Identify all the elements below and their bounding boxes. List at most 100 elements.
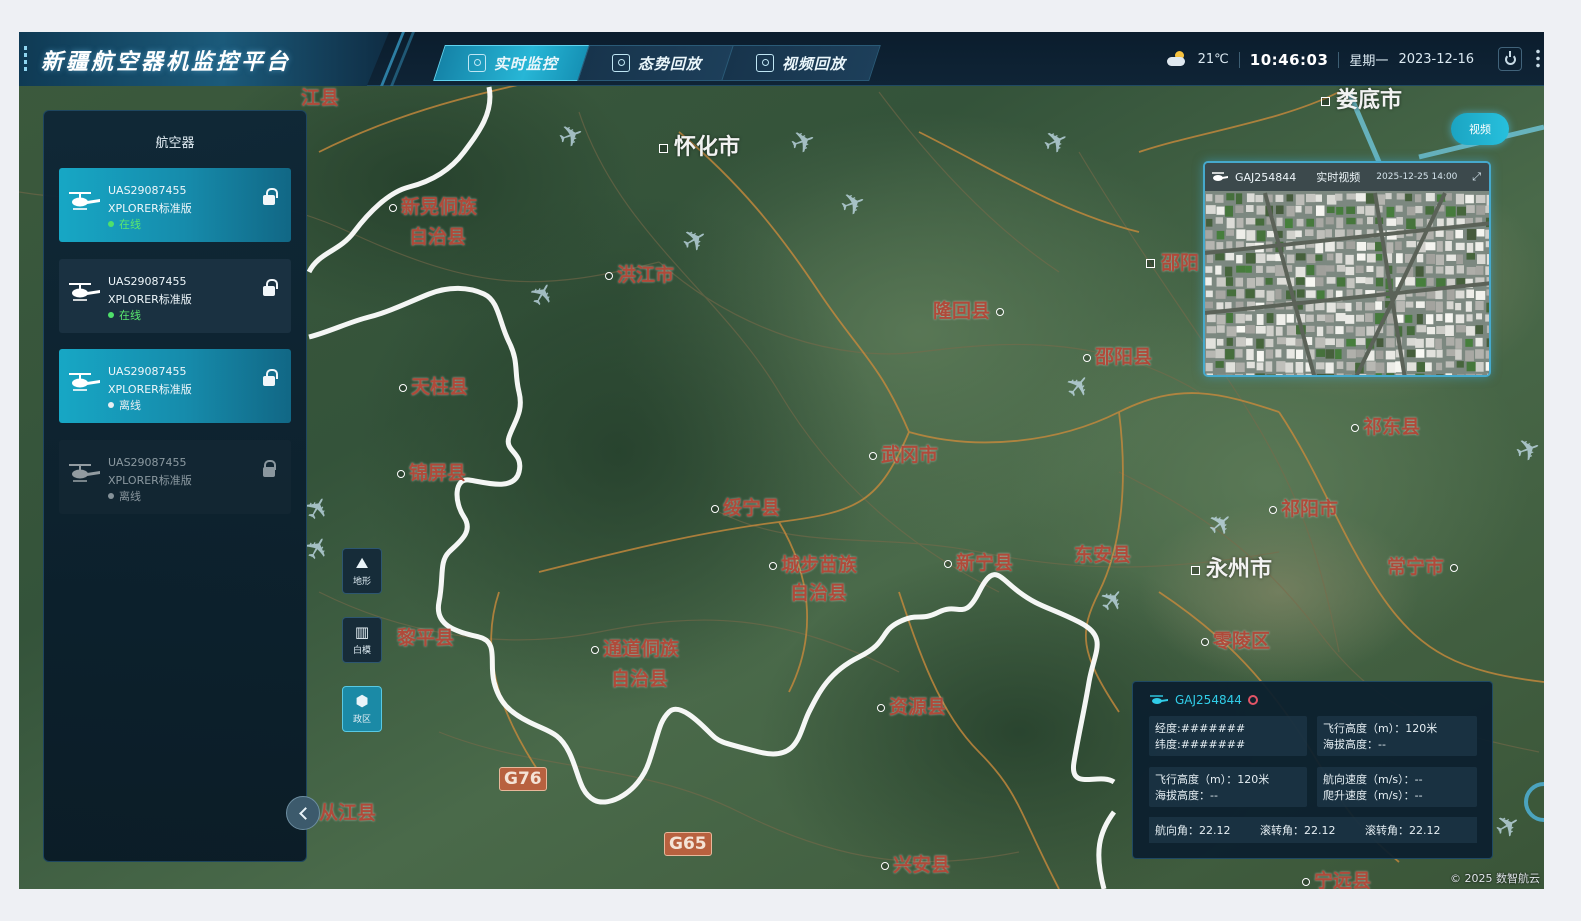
aircraft-card[interactable]: UAS29087455 XPLORER标准版 在线 <box>59 168 291 242</box>
map-place: 江县 <box>301 87 340 109</box>
region-icon: ⬢ <box>355 691 369 710</box>
map-place: 从江县 <box>319 802 377 824</box>
map-place: 洪江市 <box>605 260 674 287</box>
collapse-panel-button[interactable] <box>286 796 320 830</box>
helicopter-icon <box>1150 695 1168 704</box>
map-place: 永州市 <box>1191 551 1272 583</box>
more-menu-icon[interactable] <box>1536 48 1540 70</box>
main-tabs: 实时监控 态势回放 视频回放 <box>433 45 881 81</box>
map-place: 自治县 <box>409 226 467 248</box>
map-place: 邵阳县 <box>1083 342 1152 369</box>
map-place: 祁阳市 <box>1269 494 1338 521</box>
aircraft-id: UAS29087455 <box>108 275 187 288</box>
info-cell-altitude: 飞行高度（m）：120米 海拔高度：-- <box>1149 767 1307 807</box>
status-badge: 离线 <box>108 488 141 504</box>
info-aircraft-id: GAJ254844 <box>1175 693 1242 707</box>
tab-situation-replay[interactable]: 态势回放 <box>577 45 737 81</box>
map-place: 怀化市 <box>659 129 740 161</box>
map-place: 新晃侗族 <box>389 192 477 219</box>
roll-angle: 滚转角：22.12 <box>1365 824 1441 837</box>
signal-icon <box>1247 695 1258 705</box>
video-header: GAJ254844 实时视频 2025-12-25 14:00 ⤢ <box>1205 163 1489 191</box>
partly-cloudy-icon <box>1166 50 1188 67</box>
chevron-left-icon <box>298 806 312 820</box>
status-dot <box>108 493 114 499</box>
power-button[interactable] <box>1498 47 1522 71</box>
weekday: 星期一 <box>1349 54 1389 69</box>
tab-realtime-monitor[interactable]: 实时监控 <box>433 45 593 81</box>
aircraft-model: XPLORER标准版 <box>108 202 192 215</box>
heading-angle: 航向角：22.12 <box>1155 824 1231 837</box>
video-aircraft-id: GAJ254844 <box>1235 170 1297 184</box>
helicopter-icon <box>69 464 100 482</box>
map-place: 新宁县 <box>944 548 1013 575</box>
map-place: 武冈市 <box>869 440 938 467</box>
map-place: 宁远县 <box>1302 866 1371 889</box>
map-place: 绥宁县 <box>711 493 780 520</box>
clock-time: 10:46:03 <box>1249 50 1329 69</box>
aircraft-model: XPLORER标准版 <box>108 293 192 306</box>
aircraft-id: UAS29087455 <box>108 456 187 469</box>
road-badge: G76 <box>499 767 547 791</box>
temperature: 21℃ <box>1197 52 1229 67</box>
building-model-toggle-button[interactable]: ▥ 白模 <box>342 617 382 663</box>
status-badge: 在线 <box>108 216 141 232</box>
tab-video-replay[interactable]: 视频回放 <box>721 45 881 81</box>
info-cell-altitude: 飞行高度（m）：120米 海拔高度：-- <box>1317 716 1477 756</box>
map-place: 通道侗族 <box>591 634 679 661</box>
app-title: 新疆航空器机监控平台 <box>41 50 292 75</box>
status-dot <box>108 402 114 408</box>
map-place: 天柱县 <box>399 372 468 399</box>
terrain-toggle-button[interactable]: ⛰ 地形 <box>342 548 382 594</box>
top-header: 新疆航空器机监控平台 实时监控 态势回放 视频回放 21℃ 10:46:03 星… <box>19 32 1544 86</box>
aircraft-id: UAS29087455 <box>108 365 187 378</box>
status-badge: 离线 <box>108 397 141 413</box>
status-bar: 21℃ 10:46:03 星期一 2023-12-16 <box>1166 50 1474 69</box>
brand-decoration <box>24 46 27 72</box>
live-video-panel[interactable]: GAJ254844 实时视频 2025-12-25 14:00 ⤢ <box>1203 161 1491 377</box>
info-cell-speed: 航向速度（m/s）：-- 爬升速度（m/s）：-- <box>1317 767 1477 807</box>
map-place: 娄底市 <box>1321 82 1402 114</box>
info-header: GAJ254844 <box>1149 693 1258 707</box>
video-replay-icon <box>755 54 774 72</box>
video-button[interactable]: 视频 <box>1451 113 1509 145</box>
map-place: 隆回县 <box>933 296 1008 323</box>
aircraft-id: UAS29087455 <box>108 184 187 197</box>
situation-icon <box>611 54 630 72</box>
power-icon <box>1504 50 1516 65</box>
info-angles-row: 航向角：22.12 滚转角：22.12 滚转角：22.12 <box>1149 817 1477 843</box>
map-place: 兴安县 <box>881 850 950 877</box>
aircraft-card[interactable]: UAS29087455 XPLORER标准版 离线 <box>59 440 291 514</box>
map-place: 零陵区 <box>1201 626 1270 653</box>
expand-icon[interactable]: ⤢ <box>1472 170 1481 184</box>
helicopter-icon <box>69 373 100 391</box>
copyright-text: © 2025 数智航云 <box>1450 872 1540 885</box>
roll-angle: 滚转角：22.12 <box>1260 824 1336 837</box>
unlock-icon[interactable] <box>263 369 278 386</box>
unlock-icon[interactable] <box>263 279 278 296</box>
status-badge: 在线 <box>108 307 141 323</box>
aircraft-model: XPLORER标准版 <box>108 474 192 487</box>
aircraft-card[interactable]: UAS29087455 XPLORER标准版 离线 <box>59 349 291 423</box>
info-cell-coordinates: 经度:####### 纬度:####### <box>1149 716 1307 756</box>
unlock-icon[interactable] <box>263 188 278 205</box>
map-place: 东安县 <box>1074 544 1132 566</box>
aircraft-info-panel: GAJ254844 经度:####### 纬度:####### 飞行高度（m）：… <box>1132 681 1493 859</box>
brand-area: 新疆航空器机监控平台 <box>19 32 389 86</box>
divider <box>1238 51 1240 68</box>
status-dot <box>108 221 114 227</box>
aircraft-card[interactable]: UAS29087455 XPLORER标准版 在线 <box>59 259 291 333</box>
date: 2023-12-16 <box>1398 52 1474 67</box>
status-dot <box>108 312 114 318</box>
lock-icon[interactable] <box>263 460 276 477</box>
map-place: 祁东县 <box>1351 412 1420 439</box>
map-place: 黎平县 <box>397 627 455 649</box>
helicopter-icon <box>1212 172 1228 181</box>
helicopter-icon <box>69 283 100 301</box>
terrain-icon: ⛰ <box>355 553 369 572</box>
divider <box>1338 51 1340 68</box>
region-toggle-button[interactable]: ⬢ 政区 <box>342 686 382 732</box>
video-label: 实时视频 <box>1316 171 1361 184</box>
monitor-icon <box>467 54 486 72</box>
building-icon: ▥ <box>354 622 370 641</box>
